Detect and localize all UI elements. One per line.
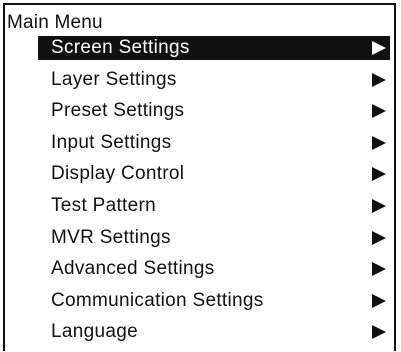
- menu-item-label: Communication Settings: [51, 289, 264, 311]
- submenu-arrow-icon: [372, 135, 386, 150]
- menu-item-label: Language: [51, 321, 138, 343]
- menu-item-language[interactable]: Language: [38, 320, 390, 344]
- menu-item-label: Layer Settings: [51, 68, 177, 90]
- submenu-arrow-icon: [372, 230, 386, 245]
- submenu-arrow-icon: [372, 325, 386, 340]
- menu-item-input-settings[interactable]: Input Settings: [38, 131, 390, 155]
- menu-item-preset-settings[interactable]: Preset Settings: [38, 99, 390, 123]
- menu-item-advanced-settings[interactable]: Advanced Settings: [38, 257, 390, 281]
- menu-item-label: Display Control: [51, 163, 185, 185]
- menu-item-screen-settings[interactable]: Screen Settings: [38, 36, 390, 60]
- menu-item-label: MVR Settings: [51, 226, 171, 248]
- submenu-arrow-icon: [372, 104, 386, 119]
- submenu-arrow-icon: [372, 41, 386, 55]
- submenu-arrow-icon: [372, 167, 386, 182]
- menu-list: Screen Settings Layer Settings Preset Se…: [38, 36, 390, 352]
- menu-item-label: Test Pattern: [51, 194, 156, 216]
- submenu-arrow-icon: [372, 262, 386, 277]
- menu-item-mvr-settings[interactable]: MVR Settings: [38, 226, 390, 250]
- menu-item-label: Preset Settings: [51, 100, 185, 122]
- submenu-arrow-icon: [372, 293, 386, 308]
- menu-item-communication-settings[interactable]: Communication Settings: [38, 289, 390, 313]
- menu-item-label: Screen Settings: [51, 37, 190, 58]
- submenu-arrow-icon: [372, 72, 386, 87]
- submenu-arrow-icon: [372, 198, 386, 213]
- menu-title: Main Menu: [7, 12, 103, 33]
- menu-item-label: Input Settings: [51, 131, 172, 153]
- menu-item-label: Advanced Settings: [51, 258, 215, 280]
- menu-item-display-control[interactable]: Display Control: [38, 162, 390, 186]
- menu-item-test-pattern[interactable]: Test Pattern: [38, 194, 390, 218]
- menu-item-layer-settings[interactable]: Layer Settings: [38, 68, 390, 92]
